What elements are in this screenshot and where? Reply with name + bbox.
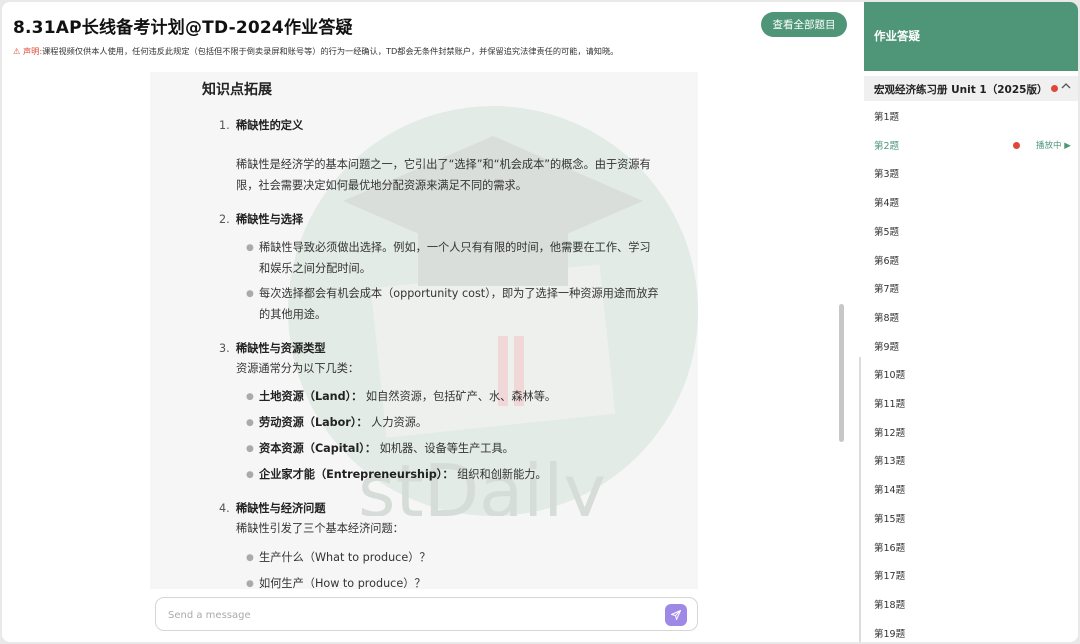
question-label: 第12题 [874, 427, 906, 439]
question-label: 第16题 [874, 542, 906, 554]
question-label: 第15题 [874, 513, 906, 525]
term: 资本资源（Capital）： [259, 442, 377, 455]
sidebar-item-question[interactable]: 第8题 [864, 303, 1078, 332]
term-desc: 组织和创新能力。 [453, 468, 547, 481]
message-composer [155, 597, 698, 631]
list-number: 4. [219, 502, 230, 515]
term: 企业家才能（Entrepreneurship）： [259, 468, 454, 481]
warning-icon: ⚠ [13, 46, 21, 56]
list-item: 资本资源（Capital）： 如机器、设备等生产工具。 [259, 439, 669, 459]
disclaimer-label: 声明: [22, 46, 43, 56]
question-label: 第11题 [874, 399, 906, 410]
term: 劳动资源（Labor）： [259, 416, 368, 429]
sidebar-item-question[interactable]: 第11题 [864, 389, 1078, 418]
question-label: 第5题 [874, 226, 900, 238]
paragraph-line: 稀缺性是经济学的基本问题之一，它引出了“选择”和“机会成本”的概念。由于资源有 [236, 158, 651, 171]
sidebar-item-question[interactable]: 第18题 [864, 590, 1078, 619]
term-desc: 如自然资源，包括矿产、水、森林等。 [362, 390, 557, 403]
subsection-title: 稀缺性与资源类型 [236, 342, 326, 355]
bullet-line: 的其他用途。 [259, 308, 327, 321]
question-label: 第7题 [874, 284, 900, 296]
disclaimer: ⚠ 声明:课程视频仅供本人使用，任何违反此规定（包括但不限于倒卖录屏和账号等）的… [13, 45, 618, 57]
paragraph-line: 限，社会需要决定如何最优地分配资源来满足不同的需求。 [236, 179, 527, 192]
disclaimer-text: 课程视频仅供本人使用，任何违反此规定（包括但不限于倒卖录屏和账号等）的行为一经确… [42, 46, 619, 56]
subsection-title: 稀缺性与选择 [236, 213, 304, 226]
question-label: 第9题 [874, 341, 900, 353]
unread-dot [1013, 141, 1020, 149]
sidebar-item-question[interactable]: 第7题 [864, 274, 1078, 303]
sidebar-item-question[interactable]: 第4题 [864, 188, 1078, 217]
unread-dot [1051, 85, 1058, 92]
question-label: 第6题 [874, 255, 900, 267]
bullet-line: 生产什么（What to produce）？ [259, 551, 431, 564]
sidebar-header: 作业答疑 [864, 2, 1078, 71]
sidebar-item-question[interactable]: 第13题 [864, 446, 1078, 475]
question-label: 第1题 [874, 112, 900, 123]
bullet-line: 和娱乐之间分配时间。 [259, 262, 371, 275]
sidebar-item-question[interactable]: 第12题 [864, 418, 1078, 447]
question-label: 第10题 [874, 370, 906, 382]
app-window: 8.31AP长线备考计划@TD-2024作业答疑 查看全部题目 ⚠ 声明:课程视… [2, 2, 1078, 642]
list-item: 劳动资源（Labor）： 人力资源。 [259, 413, 669, 433]
view-all-questions-button[interactable]: 查看全部题目 [761, 12, 847, 37]
question-label: 第14题 [874, 485, 906, 497]
sidebar-item-question[interactable]: 第1题 [864, 102, 1078, 131]
term: 土地资源（Land）： [259, 390, 363, 403]
sidebar-title: 作业答疑 [874, 29, 920, 43]
bullet-line: 稀缺性导致必须做出选择。例如，一个人只有有限的时间，他需要在工作、学习 [259, 241, 651, 254]
bullet-line: 每次选择都会有机会成本（opportunity cost），即为了选择一种资源用… [259, 287, 659, 300]
sidebar-item-question[interactable]: 第9题 [864, 332, 1078, 361]
question-label: 第18题 [874, 599, 906, 611]
playing-status: 播放中 ▶ [1036, 140, 1071, 151]
section-label: 宏观经济练习册 Unit 1（2025版） [874, 84, 1048, 96]
sidebar-item-question[interactable]: 第3题 [864, 159, 1078, 188]
chevron-up-icon[interactable] [1060, 80, 1072, 92]
list-item: 土地资源（Land）： 如自然资源，包括矿产、水、森林等。 [259, 387, 669, 407]
sidebar-item-question[interactable]: 第5题 [864, 217, 1078, 246]
sidebar-item-question[interactable]: 第2题 播放中 ▶ [864, 131, 1078, 160]
sidebar-item-question[interactable]: 第15题 [864, 504, 1078, 533]
content-scrollbar[interactable] [839, 304, 844, 442]
question-label: 第19题 [874, 628, 906, 640]
main-panel: 8.31AP长线备考计划@TD-2024作业答疑 查看全部题目 ⚠ 声明:课程视… [2, 2, 864, 642]
subsection-title: 稀缺性与经济问题 [236, 502, 326, 515]
list-item: 企业家才能（Entrepreneurship）： 组织和创新能力。 [259, 465, 669, 485]
term-desc: 如机器、设备等生产工具。 [376, 442, 514, 455]
bullet-line: 如何生产（How to produce）？ [259, 577, 426, 589]
answer-content[interactable]: stDaily 知识点拓展 1. 稀缺性的定义 稀缺性是经济学的基本问题之一，它… [150, 72, 698, 589]
sidebar-item-question[interactable]: 第14题 [864, 475, 1078, 504]
term-desc: 人力资源。 [367, 416, 428, 429]
subsection-title: 稀缺性的定义 [236, 119, 304, 132]
sidebar-item-question[interactable]: 第16题 [864, 533, 1078, 562]
question-label: 第13题 [874, 456, 906, 468]
question-label: 第8题 [874, 312, 900, 324]
page-title: 8.31AP长线备考计划@TD-2024作业答疑 [13, 18, 353, 38]
message-input[interactable] [168, 606, 648, 624]
question-label: 第3题 [874, 169, 900, 181]
sidebar-item-question[interactable]: 第17题 [864, 561, 1078, 590]
sidebar-item-question[interactable]: 第19题 [864, 619, 1078, 642]
sidebar-item-question[interactable]: 第10题 [864, 360, 1078, 389]
question-sidebar: 作业答疑 宏观经济练习册 Unit 1（2025版） 第1题第2题 播放中 ▶ 第3… [864, 2, 1078, 642]
section-heading: 知识点拓展 [202, 82, 272, 98]
send-icon [671, 610, 681, 620]
paragraph-line: 资源通常分为以下几类： [236, 362, 360, 375]
question-label: 第2题 [874, 140, 900, 152]
send-button[interactable] [665, 604, 687, 626]
sidebar-item-question[interactable]: 第6题 [864, 246, 1078, 275]
list-number: 2. [219, 213, 230, 226]
sidebar-scrollbar[interactable] [859, 357, 861, 642]
list-number: 1. [219, 119, 230, 132]
question-label: 第4题 [874, 198, 900, 210]
list-number: 3. [219, 342, 230, 355]
sidebar-section-unit1[interactable]: 宏观经济练习册 Unit 1（2025版） [864, 76, 1078, 101]
paragraph-line: 稀缺性引发了三个基本经济问题： [236, 522, 404, 535]
question-label: 第17题 [874, 571, 906, 583]
